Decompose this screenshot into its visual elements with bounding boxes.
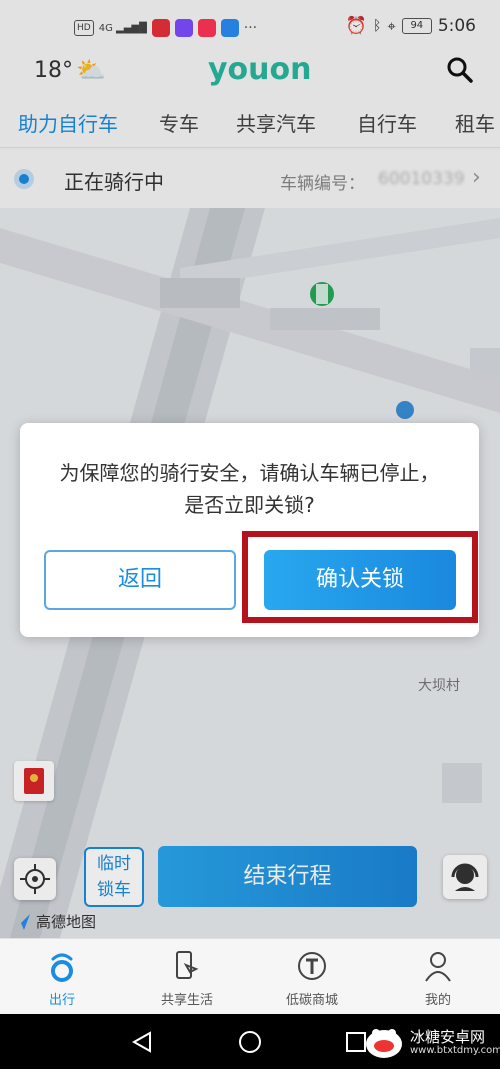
nav-label-shared-life: 共享生活 xyxy=(160,993,213,1008)
nav-item-mine[interactable]: 我的 xyxy=(388,949,488,1008)
travel-icon xyxy=(51,953,73,982)
dialog-message-line2: 是否立即关锁? xyxy=(184,493,315,517)
nav-label-travel: 出行 xyxy=(48,993,75,1008)
nav-item-travel[interactable]: 出行 xyxy=(12,949,112,1008)
dialog-message: 为保障您的骑行安全，请确认车辆已停止， 是否立即关锁? xyxy=(20,457,479,521)
home-circle-icon[interactable] xyxy=(238,1030,262,1054)
back-triangle-icon[interactable] xyxy=(130,1030,154,1054)
bottom-navigation: 出行 共享生活 低碳商城 我的 xyxy=(0,938,500,1014)
watermark-url: www.btxtdmy.com xyxy=(410,1044,500,1056)
nav-item-low-carbon-mall[interactable]: 低碳商城 xyxy=(262,949,362,1008)
nav-label-mine: 我的 xyxy=(424,993,451,1008)
dialog-message-line1: 为保障您的骑行安全，请确认车辆已停止， xyxy=(59,461,440,485)
user-icon xyxy=(425,952,451,982)
annotation-highlight-box xyxy=(242,531,478,623)
phone-share-icon xyxy=(176,951,199,979)
watermark-logo-icon xyxy=(366,1029,402,1058)
watermark-title: 冰糖安卓网 xyxy=(410,1027,486,1046)
mall-t-icon xyxy=(298,952,326,980)
back-button[interactable]: 返回 xyxy=(44,550,236,610)
nav-item-shared-life[interactable]: 共享生活 xyxy=(137,949,237,1008)
site-watermark: 冰糖安卓网 www.btxtdmy.com xyxy=(364,1024,500,1060)
nav-label-low-carbon-mall: 低碳商城 xyxy=(285,993,338,1008)
